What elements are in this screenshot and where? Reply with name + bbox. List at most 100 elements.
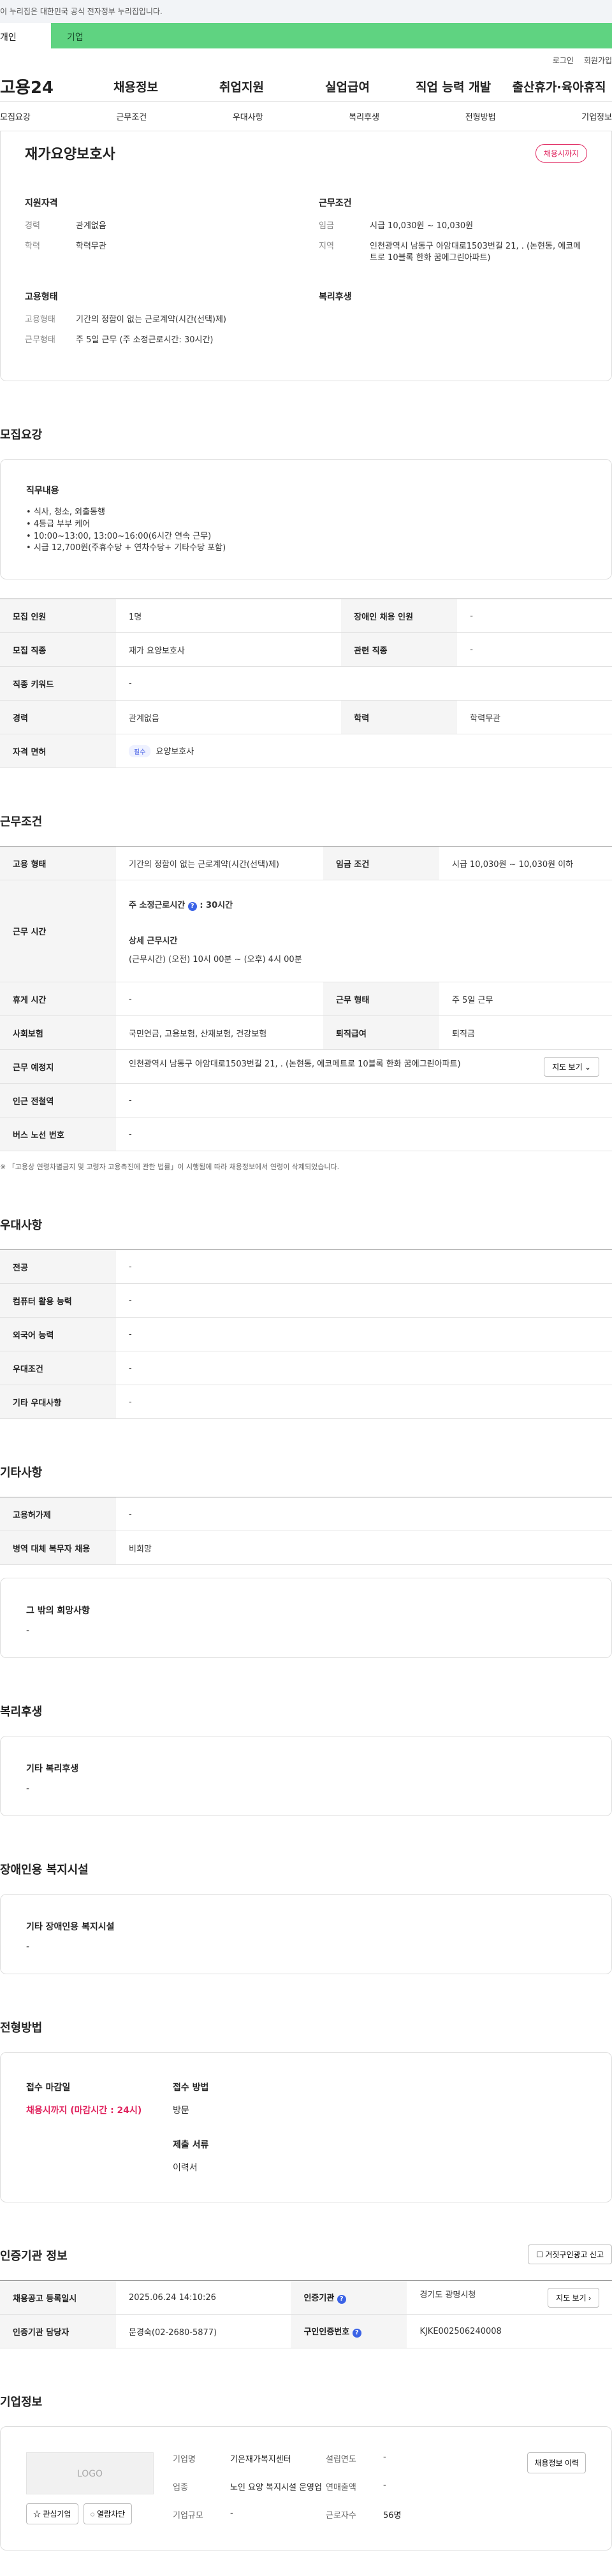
- weekly-hours-label: 주 소정근로시간: [129, 900, 186, 910]
- row-label: 인증기관 담당자: [0, 2314, 116, 2349]
- help-icon[interactable]: ?: [352, 2329, 361, 2338]
- prefer-section-title: 우대사항: [0, 1219, 43, 1233]
- deadline-badge: 채용시까지: [535, 143, 587, 163]
- row-label: 학력: [341, 700, 458, 735]
- cert-table: 채용공고 등록일시 2025.06.24 14:10:26 인증기관 ? 경기도 …: [0, 2280, 612, 2349]
- row-value: -: [457, 599, 612, 634]
- nav-unemployment-benefit[interactable]: 실업급여: [295, 78, 400, 95]
- row-label: 채용공고 등록일시: [0, 2280, 116, 2315]
- gov-bar-text: 이 누리집은 대한민국 공식 전자정부 누리집입니다.: [0, 7, 163, 16]
- nav-vocational-training[interactable]: 직업 능력 개발: [400, 78, 506, 95]
- help-icon[interactable]: ?: [187, 901, 197, 911]
- summary-label: 고용형태: [25, 314, 55, 324]
- table-row: 고용허가제 -: [0, 1497, 612, 1532]
- gov-bar: 이 누리집은 대한민국 공식 전자정부 누리집입니다.: [0, 0, 612, 23]
- anchor-selection[interactable]: 전형방법: [465, 110, 496, 122]
- welfare-box: 기타 복리후생 -: [0, 1736, 612, 1817]
- row-value: 국민연금, 고용보험, 산재보험, 건강보험: [116, 1015, 323, 1051]
- row-label: 구인인증번호 ?: [291, 2314, 407, 2349]
- interest-company-button[interactable]: ☆ 관심기업: [26, 2503, 78, 2525]
- table-row: 근무 예정지 인천광역시 남동구 아암대로1503번길 21, . (논현동, …: [0, 1049, 612, 1084]
- company-details: 기업명 기은재가복지센터 설립연도 - 업종 노인 요양 복지시설 운영업 연매출액 -…: [173, 2452, 472, 2524]
- login-link[interactable]: 로그인: [553, 55, 574, 71]
- required-pill: 필수: [129, 745, 151, 758]
- other-wishes-box: 그 밖의 희망사항 -: [0, 1578, 612, 1659]
- work-section-title: 근무조건: [0, 815, 43, 829]
- row-label: 경력: [0, 700, 116, 735]
- summary-emp-heading: 고용형태: [25, 291, 58, 302]
- anchor-preferences[interactable]: 우대사항: [233, 110, 263, 122]
- summary-welfare: 복리후생: [319, 290, 587, 355]
- row-value: 관계없음: [116, 700, 342, 735]
- site-logo[interactable]: 고용24: [0, 75, 83, 98]
- table-row: 버스 노선 번호 -: [0, 1117, 612, 1152]
- company-value: -: [383, 2480, 386, 2490]
- table-row: 전공 -: [0, 1249, 612, 1284]
- row-value: 학력무관: [457, 700, 612, 735]
- duty-item: 식사, 청소, 외출동행: [26, 507, 586, 519]
- help-icon[interactable]: ?: [337, 2295, 346, 2304]
- false-ad-report-button[interactable]: ☐ 거짓구인광고 신고: [528, 2245, 612, 2265]
- nav-employment-support[interactable]: 취업지원: [189, 78, 295, 95]
- anchor-welfare[interactable]: 복리후생: [349, 110, 379, 122]
- row-label: 기타 우대사항: [0, 1385, 116, 1420]
- hiring-history-button[interactable]: 채용정보 이력: [527, 2452, 586, 2474]
- deadline-heading: 접수 마감일: [26, 2083, 71, 2093]
- row-label: 모집 직종: [0, 632, 116, 667]
- nav-parental-leave[interactable]: 출산휴가·육아휴직: [506, 78, 612, 95]
- welfare-section-title: 복리후생: [0, 1705, 43, 1719]
- row-label: 고용 형태: [0, 846, 116, 881]
- summary-value: 기간의 정함이 없는 근로계약(시간(선택)제): [76, 314, 227, 324]
- row-value: KJKE002506240008: [407, 2314, 612, 2349]
- row-value: -: [116, 1497, 612, 1532]
- prefer-table: 전공 - 컴퓨터 활용 능력 - 외국어 능력 - 우대조건 - 기타 우대사항 -: [0, 1249, 612, 1420]
- row-value: 기간의 정함이 없는 근로계약(시간(선택)제): [116, 846, 323, 881]
- company-label: 설립연도: [326, 2455, 356, 2465]
- row-value: -: [116, 1249, 612, 1284]
- summary-value: 인천광역시 남동구 아암대로1503번길 21, . (논현동, 에코메트로 1…: [370, 242, 581, 263]
- agency-map-button[interactable]: 지도 보기 ›: [548, 2287, 599, 2308]
- row-value: 2025.06.24 14:10:26: [116, 2280, 291, 2315]
- job-title: 재가요양보호사: [25, 147, 115, 163]
- table-row: 인증기관 담당자 문경숙(02-2680-5877) 구인인증번호 ? KJKE0…: [0, 2314, 612, 2349]
- table-row: 기타 우대사항 -: [0, 1385, 612, 1420]
- company-value: -: [383, 2452, 386, 2463]
- summary-welfare-heading: 복리후생: [319, 291, 352, 302]
- company-label: 기업규모: [173, 2510, 203, 2521]
- anchor-company[interactable]: 기업정보: [581, 110, 612, 122]
- user-type-tabs: 개인 기업: [0, 23, 612, 48]
- recruit-table: 모집 인원 1명 장애인 채용 인원 - 모집 직종 재가 요양보호사 관련 직종 - …: [0, 599, 612, 769]
- top-links: 로그인 회원가입: [0, 48, 612, 71]
- nav-jobs[interactable]: 채용정보: [83, 78, 189, 95]
- summary-qual-heading: 지원자격: [25, 198, 58, 208]
- table-row: 우대조건 -: [0, 1351, 612, 1386]
- row-label: 관련 직종: [341, 632, 458, 667]
- anchor-recruit[interactable]: 모집요강: [0, 110, 31, 122]
- hours-detail-heading: 상세 근무시간: [129, 936, 178, 946]
- row-value: -: [116, 982, 323, 1017]
- table-row: 고용 형태 기간의 정함이 없는 근로계약(시간(선택)제) 임금 조건 시급 10…: [0, 846, 612, 881]
- map-view-button[interactable]: 지도 보기 ⌄: [544, 1056, 599, 1077]
- row-label: 근무 시간: [0, 880, 116, 983]
- cert-section-title: 인증기관 정보 ☐ 거짓구인광고 신고: [0, 2245, 612, 2265]
- row-value: -: [116, 1283, 612, 1318]
- company-value: 기은재가복지센터: [230, 2455, 291, 2465]
- hours-detail-value: (근무시간) (오전) 10시 00분 ~ (오후) 4시 00분: [129, 954, 302, 964]
- etc-section-title: 기타사항: [0, 1466, 43, 1480]
- row-label: 자격 면허: [0, 734, 116, 769]
- disabled-heading: 기타 장애인용 복지시설: [26, 1922, 115, 1933]
- row-label: 고용허가제: [0, 1497, 116, 1532]
- tab-personal[interactable]: 개인: [0, 23, 51, 48]
- row-label: 우대조건: [0, 1351, 116, 1386]
- block-view-button[interactable]: ◌ 열람차단: [83, 2503, 133, 2525]
- disabled-section-title: 장애인용 복지시설: [0, 1863, 89, 1877]
- selection-box: 접수 마감일 채용시까지 (마감시간 : 24시) 접수 방법 방문 제출 서류…: [0, 2052, 612, 2203]
- summary-work-conditions: 근무조건 임금 시급 10,030원 ~ 10,030원 지역 인천광역시 남동구 …: [319, 196, 587, 273]
- signup-link[interactable]: 회원가입: [584, 55, 612, 71]
- anchor-work-conditions[interactable]: 근무조건: [116, 110, 147, 122]
- tab-business[interactable]: 기업: [51, 23, 612, 48]
- summary-qualification: 지원자격 경력 관계없음 학력 학력무관: [25, 196, 293, 273]
- row-label: 근무 형태: [323, 982, 439, 1017]
- table-row: 외국어 능력 -: [0, 1317, 612, 1352]
- other-wishes-value: -: [26, 1626, 30, 1636]
